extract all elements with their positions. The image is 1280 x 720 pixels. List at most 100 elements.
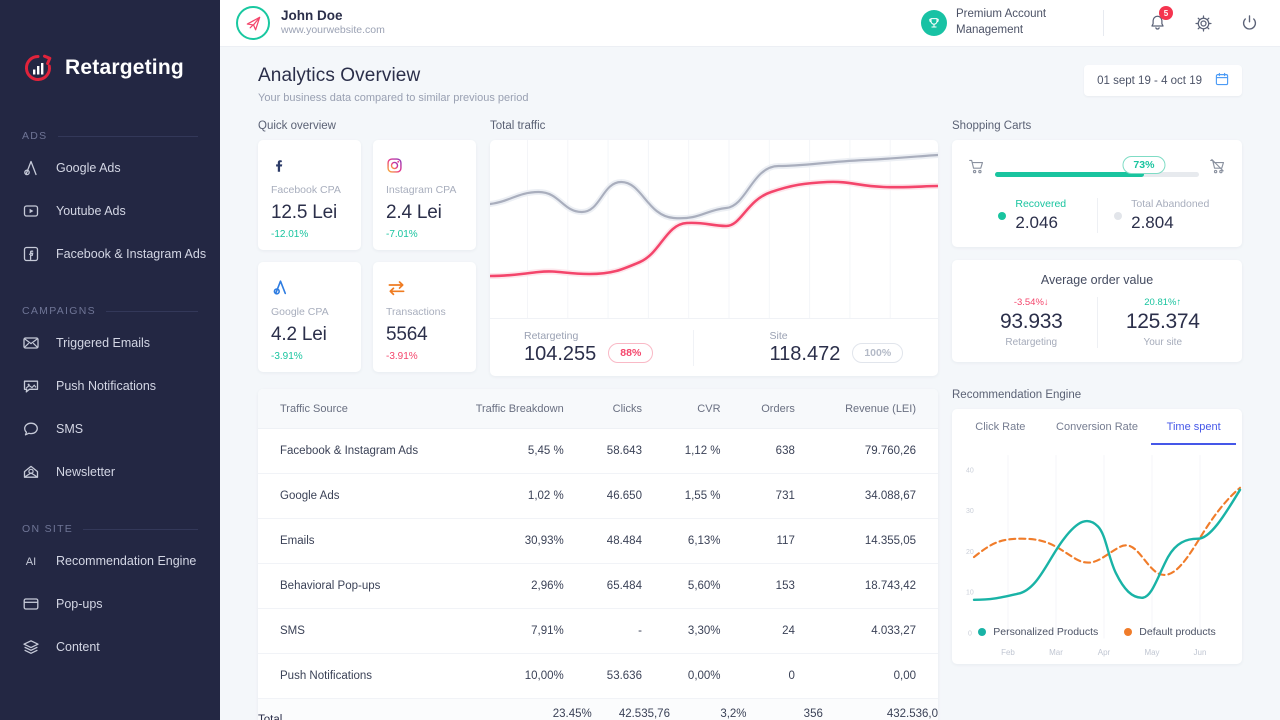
- calendar-icon: [1215, 72, 1229, 89]
- nav-group-header: CAMPAIGNS: [0, 305, 220, 317]
- aov-retargeting: -3.54%↓ 93.933 Retargeting: [966, 297, 1097, 348]
- cell-breakdown: 2,96%: [448, 564, 592, 609]
- sidebar-item-facebook-instagram-ads[interactable]: Facebook & Instagram Ads: [0, 237, 220, 271]
- newsletter-icon: [22, 463, 40, 481]
- kpi-value: 2.4 Lei: [386, 202, 463, 224]
- svg-text:AI: AI: [26, 556, 36, 568]
- total-breakdown-value: 23.45%: [553, 708, 592, 720]
- cell-clicks: 53.636: [592, 654, 670, 699]
- nav-group-header: ON SITE: [0, 523, 220, 535]
- cell-source: Emails: [258, 519, 448, 564]
- recommendation-engine-card: Click Rate Conversion Rate Time spent: [952, 409, 1242, 664]
- table-row[interactable]: Google Ads 1,02 % 46.650 1,55 % 731 34.0…: [258, 474, 938, 519]
- sidebar-item-sms[interactable]: SMS: [0, 412, 220, 446]
- aov-delta-left-value: -3.54%: [1014, 297, 1044, 308]
- column-header-clicks[interactable]: Clicks: [592, 389, 670, 429]
- aov-row: -3.54%↓ 93.933 Retargeting 20.81%↑ 125.3…: [966, 297, 1228, 348]
- sidebar-item-popups[interactable]: Pop-ups: [0, 587, 220, 621]
- cell-source: Push Notifications: [258, 654, 448, 699]
- gear-icon: [1193, 13, 1214, 34]
- table-row[interactable]: Behavioral Pop-ups 2,96% 65.484 5,60% 15…: [258, 564, 938, 609]
- kpi-card-google-cpa[interactable]: Google CPA 4.2 Lei -3.91%: [258, 262, 361, 372]
- section-label: Recommendation Engine: [952, 389, 1242, 401]
- sidebar-item-label: Recommendation Engine: [56, 554, 196, 568]
- total-clicks-value: 42.535,76: [619, 708, 670, 720]
- tab-conversion-rate[interactable]: Conversion Rate: [1049, 409, 1146, 445]
- retargeting-value: 104.255: [524, 343, 596, 366]
- table-row[interactable]: Push Notifications 10,00% 53.636 0,00% 0…: [258, 654, 938, 699]
- table-row[interactable]: Emails 30,93% 48.484 6,13% 117 14.355,05: [258, 519, 938, 564]
- settings-button[interactable]: [1190, 10, 1216, 36]
- cell-cvr: 1,12 %: [670, 429, 747, 474]
- aov-value-right: 125.374: [1098, 310, 1229, 334]
- table-row[interactable]: Facebook & Instagram Ads 5,45 % 58.643 1…: [258, 429, 938, 474]
- dashboard-row-top: Quick overview Facebook CPA 12.5 Lei -12…: [258, 120, 1242, 376]
- tab-time-spent[interactable]: Time spent: [1145, 409, 1242, 445]
- cell-orders: 24: [747, 609, 823, 654]
- legend-dot-recovered: [998, 212, 1006, 220]
- kpi-label: Transactions: [386, 306, 463, 318]
- cell-source: Behavioral Pop-ups: [258, 564, 448, 609]
- kpi-label: Google CPA: [271, 306, 348, 318]
- total-traffic-chart: [490, 140, 938, 318]
- total-revenue-value: 432.536,0: [887, 708, 938, 720]
- kpi-label: Facebook CPA: [271, 184, 348, 196]
- cell-revenue: 14.355,05: [823, 519, 938, 564]
- abandoned-value: 2.804: [1131, 213, 1209, 233]
- shopping-carts-section: Shopping Carts 73%: [952, 120, 1242, 376]
- retargeting-summary: Retargeting 104.255 88%: [490, 330, 693, 366]
- notifications-button[interactable]: 5: [1144, 10, 1170, 36]
- total-cvr-value: 3,2%: [720, 708, 746, 720]
- sidebar-item-youtube-ads[interactable]: Youtube Ads: [0, 194, 220, 228]
- avatar[interactable]: [236, 6, 270, 40]
- sidebar-item-recommendation-engine[interactable]: AI Recommendation Engine: [0, 544, 220, 578]
- column-header-traffic-source[interactable]: Traffic Source: [258, 389, 448, 429]
- table-row[interactable]: SMS 7,91% - 3,30% 24 4.033,27: [258, 609, 938, 654]
- sidebar-item-newsletter[interactable]: Newsletter: [0, 455, 220, 489]
- retargeting-label: Retargeting: [524, 330, 596, 342]
- x-tick-jun: Jun: [1194, 648, 1207, 657]
- cell-breakdown: 5,45 %: [448, 429, 592, 474]
- legend-label: Personalized Products: [993, 626, 1098, 638]
- column-header-cvr[interactable]: CVR: [670, 389, 747, 429]
- cell-revenue: 0,00: [823, 654, 938, 699]
- brand-logo[interactable]: Retargeting: [0, 0, 220, 84]
- sidebar-item-push-notifications[interactable]: Push Notifications: [0, 369, 220, 403]
- divider: [58, 136, 199, 137]
- sidebar-item-triggered-emails[interactable]: Triggered Emails: [0, 326, 220, 360]
- youtube-icon: [22, 202, 40, 220]
- kpi-card-transactions[interactable]: Transactions 5564 -3.91%: [373, 262, 476, 372]
- x-tick-mar: Mar: [1049, 648, 1063, 657]
- progress-percent-badge: 73%: [1122, 156, 1165, 174]
- power-button[interactable]: [1236, 10, 1262, 36]
- nav-group-ads: ADS Google Ads Youtube Ads Facebook &: [0, 130, 220, 271]
- retargeting-percent-badge: 88%: [608, 343, 653, 363]
- date-range-picker[interactable]: 01 sept 19 - 4 oct 19: [1084, 65, 1242, 96]
- average-order-value-card: Average order value -3.54%↓ 93.933 Retar…: [952, 260, 1242, 362]
- recommendation-engine-section: Recommendation Engine Click Rate Convers…: [952, 389, 1242, 720]
- column-header-revenue[interactable]: Revenue (LEI): [823, 389, 938, 429]
- table-total-row: Total 23.45%Average 42.535,76Total Click…: [258, 699, 938, 720]
- cell-orders: 117: [747, 519, 823, 564]
- top-bar-actions: Premium Account Management 5: [921, 7, 1262, 38]
- tab-click-rate[interactable]: Click Rate: [952, 409, 1049, 445]
- table-body: Facebook & Instagram Ads 5,45 % 58.643 1…: [258, 429, 938, 720]
- aov-caption-right: Your site: [1098, 337, 1229, 348]
- abandoned-stat: Total Abandoned 2.804: [1097, 198, 1227, 233]
- kpi-label: Instagram CPA: [386, 184, 463, 196]
- site-percent-badge: 100%: [852, 343, 903, 363]
- kpi-card-instagram-cpa[interactable]: Instagram CPA 2.4 Lei -7.01%: [373, 140, 476, 250]
- sidebar-item-google-ads[interactable]: Google Ads: [0, 151, 220, 185]
- kpi-card-facebook-cpa[interactable]: Facebook CPA 12.5 Lei -12.01%: [258, 140, 361, 250]
- column-header-orders[interactable]: Orders: [747, 389, 823, 429]
- transactions-icon: [386, 276, 463, 298]
- column-header-traffic-breakdown[interactable]: Traffic Breakdown: [448, 389, 592, 429]
- total-traffic-section: Total traffic: [490, 120, 938, 376]
- main-area: John Doe www.yourwebsite.com Premium Acc…: [220, 0, 1280, 720]
- sidebar-item-content[interactable]: Content: [0, 630, 220, 664]
- kpi-value: 4.2 Lei: [271, 324, 348, 346]
- account-plan-label[interactable]: Premium Account Management: [956, 7, 1068, 38]
- chart-legend: Personalized Products Default products: [952, 626, 1242, 638]
- quick-overview-section: Quick overview Facebook CPA 12.5 Lei -12…: [258, 120, 476, 376]
- kpi-delta: -7.01%: [386, 229, 463, 240]
